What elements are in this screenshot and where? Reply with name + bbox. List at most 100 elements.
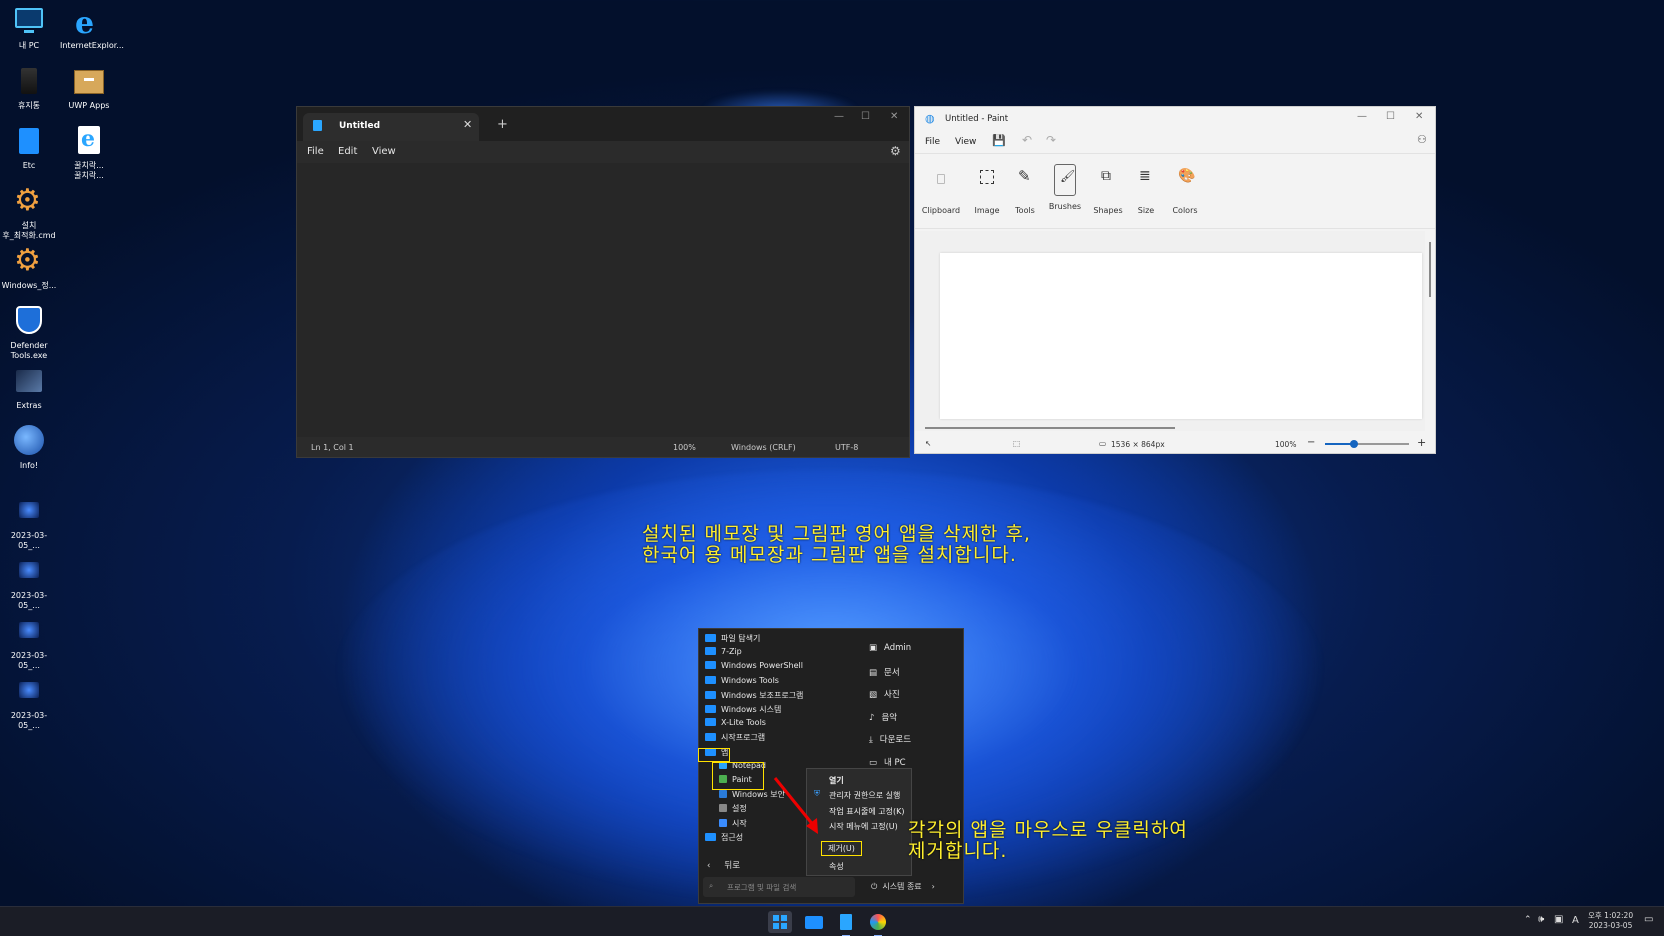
zoom-in-icon[interactable]: + <box>1417 436 1426 449</box>
music-icon: ♪ <box>869 712 875 723</box>
desktop-icon-label: 2023-03-05_... <box>10 651 48 670</box>
minimize-icon[interactable]: — <box>1357 111 1367 122</box>
desktop-icon[interactable]: e InternetExplor... <box>60 4 124 51</box>
save-icon[interactable]: 💾 <box>992 134 1006 147</box>
settings-icon[interactable]: ⚙ <box>890 144 901 158</box>
desktop-icon[interactable]: ⚙ 설치 후_최적화.cmd <box>0 184 58 241</box>
start-place-item[interactable]: ⤓ 다운로드 <box>869 733 911 745</box>
paint-taskbar-button[interactable] <box>866 911 890 936</box>
brushes-tool[interactable]: 🖌 Brushes <box>1045 164 1085 211</box>
folder-icon <box>12 124 46 158</box>
start-place-item[interactable]: ▤ 문서 <box>869 666 900 678</box>
close-icon[interactable]: ✕ <box>890 111 898 122</box>
desktop-icon[interactable]: Info! <box>0 424 58 471</box>
paint-status-bar: ↖ ⬚ ▭ 1536 × 864px 100% − + <box>915 433 1435 455</box>
zoom-slider[interactable] <box>1325 440 1409 448</box>
notepad-taskbar-button[interactable] <box>834 911 858 936</box>
close-icon[interactable]: ✕ <box>1415 111 1423 122</box>
power-button[interactable]: ⏻ 시스템 종료 › <box>871 881 935 892</box>
desktop-icon[interactable]: 휴지통 <box>0 64 58 111</box>
desktop-icon[interactable]: 내 PC <box>0 4 58 51</box>
ctx-uninstall[interactable]: 제거(U) <box>821 841 862 856</box>
desktop-icon[interactable]: ⚙ Windows_정... <box>0 244 58 291</box>
image-tool[interactable]: Image <box>967 168 1007 215</box>
tools-tool[interactable]: ✎ Tools <box>1005 167 1045 215</box>
file-explorer-button[interactable] <box>802 911 826 933</box>
start-button[interactable] <box>768 911 792 933</box>
maximize-icon[interactable]: ☐ <box>861 111 870 122</box>
desktop-icon[interactable]: 2023-03-05_... <box>0 494 58 551</box>
start-app-item[interactable]: 파일 탐색기 <box>705 633 863 646</box>
menu-edit[interactable]: Edit <box>338 146 357 157</box>
network-icon[interactable]: ▣ <box>1554 914 1563 925</box>
notepad-tab-title: Untitled <box>339 121 381 131</box>
desktop-icon[interactable]: 2023-03-05_... <box>0 554 58 611</box>
start-app-item[interactable]: 7-Zip <box>705 647 863 660</box>
screenshot-icon <box>12 494 46 528</box>
start-place-item[interactable]: ▧ 사진 <box>869 688 900 700</box>
ctx-open[interactable]: 열기 <box>829 775 844 786</box>
close-tab-icon[interactable]: ✕ <box>463 118 472 131</box>
gear-icon <box>719 804 727 813</box>
share-icon[interactable]: ⚇ <box>1417 133 1427 146</box>
desktop-icon[interactable]: Extras <box>0 364 58 411</box>
image-icon <box>12 364 46 398</box>
start-app-item[interactable]: Windows PowerShell <box>705 661 863 674</box>
start-app-item[interactable]: 시작프로그램 <box>705 732 863 745</box>
ie-doc-icon: e <box>72 124 106 158</box>
ctx-run-as-admin[interactable]: 관리자 권한으로 실행 <box>829 790 900 801</box>
clock-time: 오후 1:02:20 <box>1588 911 1634 920</box>
line-ending: Windows (CRLF) <box>731 443 796 452</box>
start-app-item[interactable]: Windows 시스템 <box>705 704 863 717</box>
shapes-tool[interactable]: ⧉ Shapes <box>1088 168 1128 215</box>
zoom-out-icon[interactable]: − <box>1307 437 1315 448</box>
search-box[interactable]: ⌕ 프로그램 및 파일 검색 <box>703 877 855 897</box>
colors-tool[interactable]: 🎨 Colors <box>1165 168 1205 215</box>
minimize-icon[interactable]: — <box>834 111 844 122</box>
start-place-item[interactable]: ▣ Admin <box>869 643 911 653</box>
clock[interactable]: 오후 1:02:20 2023-03-05 <box>1588 911 1633 931</box>
desktop-icon[interactable]: Etc <box>0 124 58 171</box>
paint-window[interactable]: ◍ Untitled - Paint — ☐ ✕ File View 💾 ↶ ↷… <box>914 106 1436 454</box>
menu-view[interactable]: View <box>372 146 396 157</box>
notepad-window[interactable]: Untitled ✕ + — ☐ ✕ File Edit View ⚙ Ln 1… <box>296 106 910 458</box>
input-language[interactable]: A <box>1572 915 1579 926</box>
start-place-item[interactable]: ▭ 내 PC <box>869 756 906 768</box>
paint-canvas[interactable] <box>940 253 1422 419</box>
start-app-item[interactable]: Windows 보조프로그램 <box>705 690 863 703</box>
download-icon: ⤓ <box>869 735 873 745</box>
menu-file[interactable]: File <box>925 137 940 147</box>
user-icon: ▣ <box>869 643 878 653</box>
tray-chevron-icon[interactable]: ⌃ <box>1524 915 1532 925</box>
horizontal-scrollbar[interactable] <box>925 427 1175 429</box>
desktop-icon[interactable]: e 꿀치락... 꿀치락... <box>60 124 118 181</box>
menu-file[interactable]: File <box>307 146 324 157</box>
ctx-properties[interactable]: 속성 <box>829 861 844 872</box>
start-place-item[interactable]: ♪ 음악 <box>869 711 897 723</box>
volume-icon[interactable]: 🕪 <box>1538 914 1544 925</box>
desktop-icon[interactable]: Defender Tools.exe <box>0 304 58 361</box>
redo-icon[interactable]: ↷ <box>1046 133 1056 147</box>
ctx-pin-start[interactable]: 시작 메뉴에 고정(U) <box>829 821 898 832</box>
vertical-scrollbar[interactable] <box>1429 242 1431 297</box>
notepad-text-area[interactable] <box>297 163 909 437</box>
notification-icon[interactable]: ▭ <box>1644 914 1653 925</box>
palette-icon: 🎨 <box>1178 168 1196 184</box>
desktop-icon[interactable]: UWP Apps <box>60 64 118 111</box>
back-button[interactable]: ‹ 뒤로 <box>707 859 740 871</box>
zoom-slider-thumb[interactable] <box>1350 440 1358 448</box>
start-app-item[interactable]: Windows Tools <box>705 675 863 689</box>
start-app-item[interactable]: X-Lite Tools <box>705 718 863 731</box>
size-icon: ≣ <box>1139 168 1151 184</box>
notepad-tab[interactable]: Untitled ✕ <box>303 113 479 141</box>
desktop-icon[interactable]: 2023-03-05_... <box>0 674 58 731</box>
undo-icon[interactable]: ↶ <box>1022 133 1032 147</box>
maximize-icon[interactable]: ☐ <box>1386 111 1395 122</box>
new-tab-icon[interactable]: + <box>497 117 508 132</box>
clipboard-tool[interactable]: Clipboard <box>921 168 961 215</box>
size-tool[interactable]: ≣ Size <box>1126 168 1166 215</box>
ctx-pin-taskbar[interactable]: 작업 표시줄에 고정(K) <box>829 806 904 817</box>
menu-view[interactable]: View <box>955 137 976 147</box>
desktop-icon[interactable]: 2023-03-05_... <box>0 614 58 671</box>
desktop-icon-label: Defender Tools.exe <box>10 341 48 360</box>
